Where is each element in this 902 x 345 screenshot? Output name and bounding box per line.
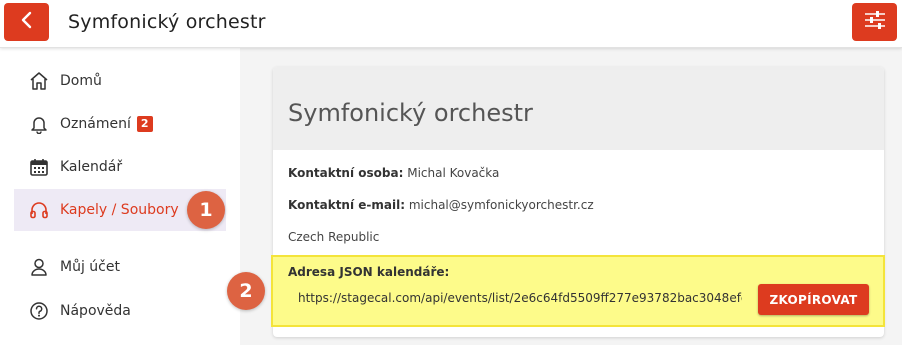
contact-person-field: Kontaktní osoba: Michal Kovačka [288, 166, 499, 180]
chevron-left-icon [20, 11, 34, 33]
sidebar-item-label: Kalendář [60, 159, 123, 175]
settings-button[interactable] [852, 3, 897, 41]
sidebar-item-account[interactable]: Můj účet [14, 246, 226, 288]
notification-count-badge: 2 [136, 116, 153, 132]
sidebar-item-label: Nápověda [60, 303, 131, 319]
json-address-label: Adresa JSON kalendáře: [288, 265, 450, 279]
json-url-field[interactable]: https://stagecal.com/api/events/list/2e6… [298, 291, 742, 305]
sidebar-item-calendar[interactable]: Kalendář [14, 146, 226, 188]
home-icon [28, 70, 50, 92]
contact-email-label: Kontaktní e-mail: [288, 198, 406, 212]
contact-person-label: Kontaktní osoba: [288, 166, 404, 180]
sidebar-item-notifications[interactable]: Oznámení 2 [14, 103, 226, 145]
step-marker-2: 2 [227, 272, 265, 310]
back-button[interactable] [4, 3, 49, 41]
copy-button[interactable]: ZKOPÍROVAT [758, 284, 869, 315]
contact-person-value: Michal Kovačka [407, 166, 500, 180]
sliders-icon [864, 10, 886, 34]
step-marker-1: 1 [187, 191, 225, 229]
json-calendar-highlight: Adresa JSON kalendáře: https://stagecal.… [271, 255, 885, 327]
contact-email-field: Kontaktní e-mail: michal@symfonickyorche… [288, 198, 594, 212]
contact-email-value[interactable]: michal@symfonickyorchestr.cz [409, 198, 594, 212]
user-icon [28, 256, 50, 278]
card-title: Symfonický orchestr [288, 99, 533, 127]
country-text: Czech Republic [288, 230, 380, 244]
bell-icon [28, 113, 50, 135]
help-icon [28, 300, 50, 322]
sidebar-item-label: Kapely / Soubory [60, 202, 179, 218]
sidebar-item-help[interactable]: Nápověda [14, 290, 226, 332]
sidebar-item-label: Můj účet [60, 259, 120, 275]
page-title: Symfonický orchestr [68, 11, 266, 33]
calendar-icon [28, 156, 50, 178]
sidebar-item-label: Domů [60, 73, 102, 89]
card-header: Symfonický orchestr [273, 67, 884, 150]
sidebar-item-home[interactable]: Domů [14, 60, 226, 102]
headphones-icon [28, 199, 50, 221]
top-bar: Symfonický orchestr [0, 0, 902, 48]
sidebar-item-label: Oznámení [60, 116, 131, 132]
